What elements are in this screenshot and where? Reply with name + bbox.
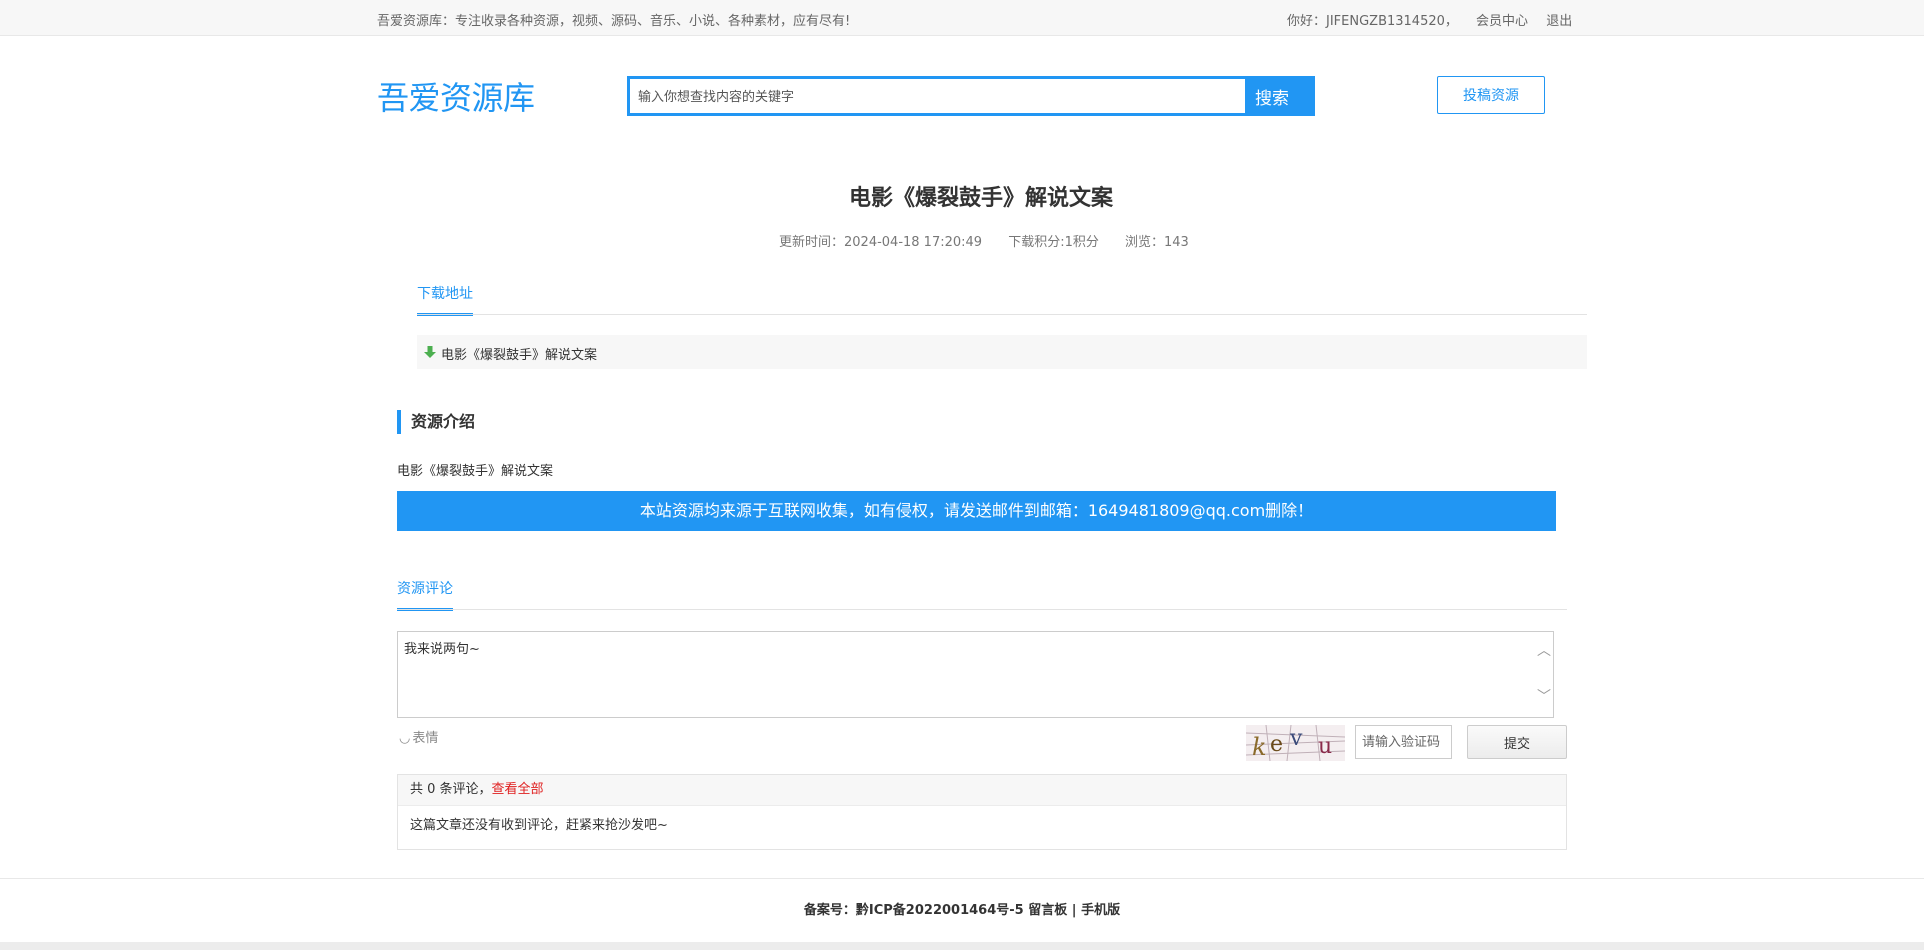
tab-download[interactable]: 下载地址: [417, 283, 473, 316]
top-bar: 吾爱资源库：专注收录各种资源，视频、源码、音乐、小说、各种素材，应有尽有! 你好…: [0, 0, 1924, 36]
download-points: 下载积分:1积分: [1008, 235, 1099, 250]
svg-text:k: k: [1252, 733, 1267, 761]
search-bar: 搜索: [627, 76, 1315, 116]
view-all-link[interactable]: 查看全部: [492, 782, 544, 797]
user-links: 你好：JIFENGZB1314520， 会员中心 退出: [1287, 10, 1586, 29]
tab-comments[interactable]: 资源评论: [397, 578, 453, 611]
svg-text:u: u: [1318, 734, 1332, 759]
user-greeting: 你好：JIFENGZB1314520，: [1287, 14, 1458, 29]
tab-divider: [417, 314, 1587, 315]
intro-heading: 资源介绍: [397, 410, 475, 434]
footer: 备案号：黔ICP备2022001464号-5 留言板 | 手机版: [0, 878, 1924, 943]
comment-count: 共 0 条评论，: [410, 782, 492, 797]
search-button[interactable]: 搜索: [1245, 76, 1315, 116]
icp-number: 备案号：黔ICP备2022001464号-5: [803, 903, 1024, 918]
comment-count-bar: 共 0 条评论，查看全部: [398, 775, 1566, 806]
download-item[interactable]: 电影《爆裂鼓手》解说文案: [417, 335, 1587, 369]
emoji-button[interactable]: ◡ 表情: [399, 727, 438, 746]
copyright-notice: 本站资源均来源于互联网收集，如有侵权，请发送邮件到邮箱：1649481809@q…: [397, 491, 1556, 531]
bottom-strip: [0, 942, 1924, 950]
footer-separator: |: [1071, 903, 1077, 918]
guestbook-link[interactable]: 留言板: [1028, 903, 1067, 918]
mobile-link[interactable]: 手机版: [1081, 903, 1120, 918]
logout-link[interactable]: 退出: [1546, 14, 1572, 29]
comment-list: 共 0 条评论，查看全部 这篇文章还没有收到评论，赶紧来抢沙发吧~: [397, 774, 1567, 850]
submit-button[interactable]: 提交: [1467, 725, 1567, 759]
download-arrow-icon: [424, 346, 436, 358]
site-logo[interactable]: 吾爱资源库: [377, 73, 535, 119]
download-item-label[interactable]: 电影《爆裂鼓手》解说文案: [441, 344, 597, 363]
intro-text: 电影《爆裂鼓手》解说文案: [397, 464, 554, 479]
article-title: 电影《爆裂鼓手》解说文案: [848, 186, 1113, 211]
update-time: 更新时间：2024-04-18 17:20:49: [779, 235, 983, 250]
tab-divider: [397, 609, 1567, 610]
member-center-link[interactable]: 会员中心: [1476, 14, 1528, 29]
smile-icon: ◡: [399, 731, 411, 746]
site-slogan: 吾爱资源库：专注收录各种资源，视频、源码、音乐、小说、各种素材，应有尽有!: [377, 14, 851, 29]
scroll-down-icon[interactable]: ﹀: [1537, 690, 1551, 704]
captcha-image[interactable]: k e v u: [1246, 725, 1345, 761]
comment-textarea[interactable]: 我来说两句~: [397, 631, 1554, 718]
article-meta: 更新时间：2024-04-18 17:20:49 下载积分:1积分 浏览：143: [779, 231, 1211, 250]
captcha-input[interactable]: [1355, 725, 1452, 759]
emoji-label: 表情: [412, 731, 439, 746]
svg-text:v: v: [1289, 726, 1303, 751]
view-count: 浏览：143: [1125, 235, 1189, 250]
search-input[interactable]: [627, 76, 1264, 116]
svg-text:e: e: [1270, 732, 1283, 757]
no-comments-text: 这篇文章还没有收到评论，赶紧来抢沙发吧~: [410, 818, 668, 833]
contribute-button[interactable]: 投稿资源: [1437, 76, 1545, 114]
scroll-up-icon[interactable]: ︿: [1537, 644, 1551, 658]
